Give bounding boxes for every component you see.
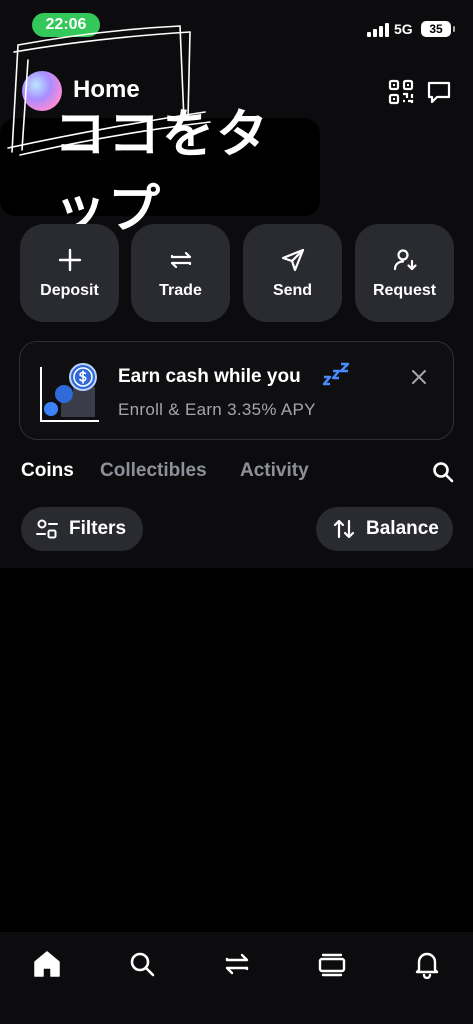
request-icon — [393, 248, 417, 270]
plus-icon — [58, 248, 81, 271]
request-button[interactable]: Request — [355, 224, 454, 322]
earn-promo-card[interactable]: Earn cash while you Enroll & Earn 3.35% … — [19, 341, 454, 440]
network-label: 5G — [394, 21, 413, 37]
earn-title: Earn cash while you — [118, 366, 301, 387]
status-bar: 22:06 5G 35 — [0, 0, 473, 50]
tab-collectibles[interactable]: Collectibles — [100, 460, 207, 482]
sort-label: Balance — [366, 518, 439, 539]
coins-list-redacted — [0, 568, 473, 932]
earn-subtitle: Enroll & Earn 3.35% APY — [118, 400, 316, 419]
filters-icon — [36, 519, 58, 539]
search-icon[interactable] — [127, 949, 157, 979]
deposit-label: Deposit — [40, 281, 99, 299]
battery-level: 35 — [429, 22, 443, 36]
status-time: 22:06 — [32, 13, 100, 37]
filters-label: Filters — [69, 518, 127, 539]
battery-icon: 35 — [421, 21, 455, 37]
sort-balance-button[interactable]: Balance — [316, 507, 453, 551]
send-icon — [281, 248, 304, 271]
sleep-zzz-icon — [322, 362, 350, 386]
tap-here-annotation: ココをタップ — [0, 106, 320, 239]
request-label: Request — [372, 281, 437, 299]
qr-code-icon[interactable] — [388, 79, 414, 105]
send-label: Send — [272, 281, 313, 299]
tab-activity[interactable]: Activity — [240, 460, 309, 482]
close-icon[interactable] — [410, 368, 428, 386]
trade-button[interactable]: Trade — [131, 224, 230, 322]
swap-icon — [170, 251, 191, 268]
deposit-button[interactable]: Deposit — [20, 224, 119, 322]
chat-icon[interactable] — [426, 79, 452, 105]
swap-icon[interactable] — [222, 949, 252, 979]
trade-label: Trade — [159, 281, 202, 299]
send-button[interactable]: Send — [243, 224, 342, 322]
notifications-icon[interactable] — [412, 949, 442, 979]
tab-coins[interactable]: Coins — [21, 460, 74, 482]
sort-icon — [333, 519, 355, 539]
collectibles-icon[interactable] — [317, 949, 347, 979]
home-icon[interactable] — [32, 949, 62, 979]
search-icon[interactable] — [431, 460, 455, 484]
filters-button[interactable]: Filters — [21, 507, 143, 551]
earn-illustration-icon — [40, 363, 99, 422]
bottom-nav — [0, 932, 473, 1024]
signal-icon — [367, 23, 389, 37]
